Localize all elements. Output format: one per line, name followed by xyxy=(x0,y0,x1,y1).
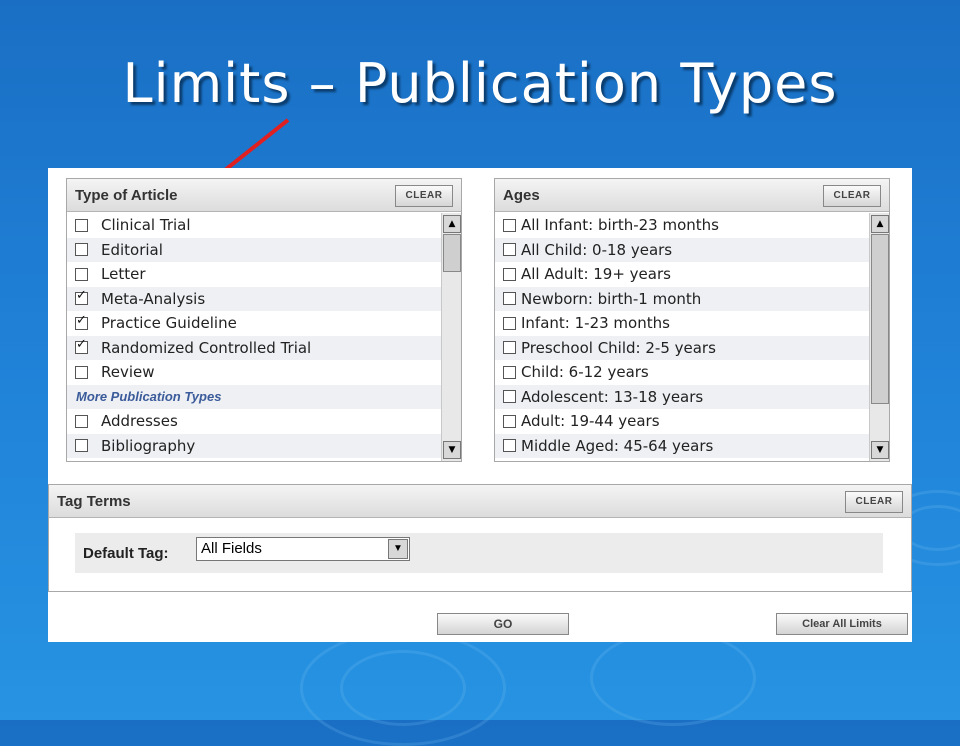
list-item-label: Practice Guideline xyxy=(101,314,237,333)
checkbox[interactable] xyxy=(503,414,516,428)
checkbox[interactable] xyxy=(503,316,516,330)
ages-scrollbar[interactable]: ▲ ▼ xyxy=(869,213,889,461)
type-of-article-panel: Type of Article CLEAR Clinical Trial Edit… xyxy=(66,178,462,462)
list-item[interactable]: All Child: 0-18 years xyxy=(495,237,869,262)
ages-title: Ages xyxy=(503,187,540,204)
checkbox[interactable] xyxy=(503,243,516,257)
list-item[interactable]: Newborn: birth-1 month xyxy=(495,286,869,311)
tag-terms-title: Tag Terms xyxy=(57,493,131,510)
list-item-label: Newborn: birth-1 month xyxy=(521,289,702,308)
list-item-label: Preschool Child: 2-5 years xyxy=(521,338,716,357)
list-item-label: Meta-Analysis xyxy=(101,289,206,308)
clear-all-limits-button[interactable]: Clear All Limits xyxy=(776,613,908,635)
list-item-label: All Child: 0-18 years xyxy=(521,240,673,259)
type-of-article-title: Type of Article xyxy=(75,187,178,204)
tag-terms-header: Tag Terms CLEAR xyxy=(49,485,911,518)
tag-terms-panel: Tag Terms CLEAR Default Tag: All Fields … xyxy=(48,484,912,592)
list-item[interactable]: Letter xyxy=(67,262,441,287)
checkbox[interactable] xyxy=(75,267,88,281)
checkbox[interactable] xyxy=(503,439,516,453)
list-item[interactable]: Addresses xyxy=(67,409,441,434)
default-tag-select[interactable]: All Fields ▼ xyxy=(196,537,410,561)
checkbox[interactable] xyxy=(75,218,88,232)
list-item[interactable]: Bibliography xyxy=(67,433,441,458)
tag-terms-clear-button[interactable]: CLEAR xyxy=(845,491,903,513)
list-item-label: All Infant: birth-23 months xyxy=(521,216,719,235)
list-item[interactable]: All Adult: 19+ years xyxy=(495,262,869,287)
checkbox[interactable] xyxy=(503,292,516,306)
list-item-label: Randomized Controlled Trial xyxy=(101,338,312,357)
list-item[interactable]: Child: 6-12 years xyxy=(495,360,869,385)
type-of-article-clear-button[interactable]: CLEAR xyxy=(395,185,453,207)
list-item[interactable]: Meta-Analysis xyxy=(67,286,441,311)
ripple-decoration xyxy=(590,630,756,726)
scroll-up-arrow-icon[interactable]: ▲ xyxy=(443,215,461,233)
list-item-label: Clinical Trial xyxy=(101,216,191,235)
list-item[interactable]: Adult: 19-44 years xyxy=(495,409,869,434)
ages-panel: Ages CLEAR All Infant: birth-23 months Al… xyxy=(494,178,890,462)
list-item-label: Middle Aged: 45-64 years xyxy=(521,436,714,455)
checkbox[interactable] xyxy=(75,414,88,428)
type-of-article-header: Type of Article CLEAR xyxy=(67,179,461,212)
type-of-article-list: Clinical Trial Editorial Letter Meta-Analys… xyxy=(67,213,441,461)
go-button[interactable]: GO xyxy=(437,613,569,635)
ripple-decoration xyxy=(340,650,466,726)
scrollbar-thumb[interactable] xyxy=(443,234,461,272)
scroll-up-arrow-icon[interactable]: ▲ xyxy=(871,215,889,233)
ages-list: All Infant: birth-23 months All Child: 0-… xyxy=(495,213,869,461)
list-item[interactable]: Editorial xyxy=(67,237,441,262)
checkbox[interactable] xyxy=(75,439,88,453)
default-tag-row: Default Tag: All Fields ▼ xyxy=(75,533,883,573)
default-tag-label: Default Tag: xyxy=(83,545,169,562)
slide-title: Limits – Publication Types xyxy=(122,52,838,115)
default-tag-value: All Fields xyxy=(201,540,262,557)
checkbox[interactable] xyxy=(503,390,516,404)
list-item[interactable]: Practice Guideline xyxy=(67,311,441,336)
list-item[interactable]: Preschool Child: 2-5 years xyxy=(495,335,869,360)
list-item-label: Adult: 19-44 years xyxy=(521,412,660,431)
list-item-label: Editorial xyxy=(101,240,163,259)
ages-header: Ages CLEAR xyxy=(495,179,889,212)
dropdown-arrow-icon[interactable]: ▼ xyxy=(388,539,408,559)
pubmed-limits-screenshot: Type of Article CLEAR Clinical Trial Edit… xyxy=(48,168,912,642)
scroll-down-arrow-icon[interactable]: ▼ xyxy=(871,441,889,459)
list-item[interactable]: Infant: 1-23 months xyxy=(495,311,869,336)
list-item[interactable]: Randomized Controlled Trial xyxy=(67,335,441,360)
list-item[interactable]: Review xyxy=(67,360,441,385)
type-of-article-scrollbar[interactable]: ▲ ▼ xyxy=(441,213,461,461)
more-publication-types-link[interactable]: More Publication Types xyxy=(67,384,441,409)
list-item-label: Infant: 1-23 months xyxy=(521,314,670,333)
checkbox[interactable] xyxy=(503,341,516,355)
list-item[interactable]: Middle Aged: 45-64 years xyxy=(495,433,869,458)
checkbox-checked[interactable] xyxy=(75,337,88,355)
list-item-label: Review xyxy=(101,363,155,382)
checkbox[interactable] xyxy=(503,218,516,232)
checkbox-checked[interactable] xyxy=(75,313,88,330)
list-item[interactable]: All Infant: birth-23 months xyxy=(495,213,869,238)
scroll-down-arrow-icon[interactable]: ▼ xyxy=(443,441,461,459)
list-item-label: Adolescent: 13-18 years xyxy=(521,387,704,406)
checkbox[interactable] xyxy=(75,365,88,379)
checkbox[interactable] xyxy=(75,243,88,257)
list-item-label: Letter xyxy=(101,265,146,284)
checkbox-checked[interactable] xyxy=(75,288,88,306)
ages-clear-button[interactable]: CLEAR xyxy=(823,185,881,207)
list-item-label: Addresses xyxy=(101,412,178,431)
list-item-label: Bibliography xyxy=(101,436,196,455)
list-item[interactable]: Clinical Trial xyxy=(67,213,441,238)
checkbox[interactable] xyxy=(503,267,516,281)
checkbox[interactable] xyxy=(503,365,516,379)
list-item-label: All Adult: 19+ years xyxy=(521,265,671,284)
list-item-label: Child: 6-12 years xyxy=(521,363,649,382)
scrollbar-thumb[interactable] xyxy=(871,234,889,404)
list-item[interactable]: Adolescent: 13-18 years xyxy=(495,384,869,409)
